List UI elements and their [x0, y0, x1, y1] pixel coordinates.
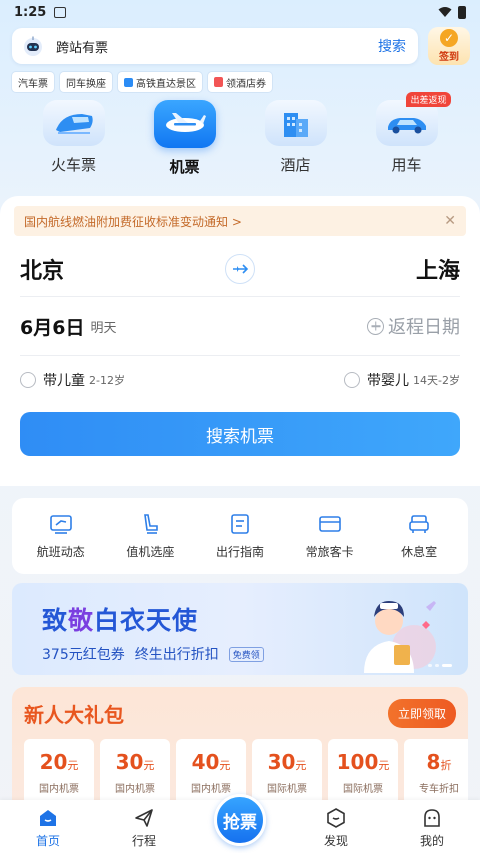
free-tag: 免费领	[228, 646, 264, 662]
search-row: 跨站有票 搜索 ✓ 签到	[0, 24, 480, 65]
coupon-icon	[214, 77, 223, 87]
discover-icon	[327, 808, 345, 828]
route-row: 北京 上海	[20, 242, 460, 296]
return-date-label: 返程日期	[388, 317, 460, 338]
paper-plane-icon	[135, 809, 153, 827]
service-travel-guide[interactable]: 出行指南	[200, 512, 280, 560]
notice-text: 国内航线燃油附加费征收标准变动通知 >	[24, 214, 242, 229]
profile-icon	[424, 809, 440, 827]
swap-cities-button[interactable]	[225, 254, 255, 284]
departure-date-sub: 明天	[90, 320, 117, 336]
service-row: 航班动态 值机选座 出行指南 常旅客卡 休息室	[12, 498, 468, 574]
gift-header: 新人大礼包 立即领取	[12, 687, 468, 739]
departure-city[interactable]: 北京	[20, 253, 64, 285]
tab-trips[interactable]: 行程	[109, 807, 179, 849]
category-train[interactable]: 火车票	[28, 100, 120, 182]
coupon-card[interactable]: 100元 国际机票	[328, 739, 398, 805]
child-radio[interactable]	[20, 372, 36, 388]
claim-now-button[interactable]: 立即领取	[387, 698, 456, 728]
train-icon	[42, 100, 105, 146]
seat-icon	[144, 514, 159, 534]
status-time: 1:25	[14, 4, 47, 20]
search-box[interactable]: 跨站有票 搜索	[12, 28, 418, 64]
category-label: 用车	[391, 156, 422, 174]
with-infant-option[interactable]: 带婴儿 14天-2岁	[344, 370, 460, 390]
arrival-city[interactable]: 上海	[416, 253, 460, 285]
coupon-card[interactable]: 30元 国内机票	[100, 739, 170, 805]
return-date-button[interactable]: 返程日期	[367, 313, 460, 339]
nurse-illustration	[364, 601, 436, 673]
service-flight-status[interactable]: 航班动态	[21, 512, 101, 560]
tab-discover[interactable]: 发现	[301, 807, 371, 849]
close-icon[interactable]: ✕	[444, 213, 456, 229]
tab-grab-ticket[interactable]: 抢票	[205, 794, 275, 849]
tab-home[interactable]: 首页	[13, 807, 83, 849]
category-car[interactable]: 出差返现 用车	[361, 92, 453, 182]
search-input[interactable]: 跨站有票	[56, 37, 378, 56]
grab-ticket-button[interactable]: 抢票	[214, 794, 266, 846]
gift-title: 新人大礼包	[24, 702, 124, 727]
flight-status-icon	[49, 515, 72, 534]
category-label: 机票	[169, 158, 200, 176]
fuel-surcharge-notice[interactable]: 国内航线燃油附加费征收标准变动通知 > ✕	[14, 206, 466, 236]
flight-booking-card: 国内航线燃油附加费征收标准变动通知 > ✕ 北京 上海 6月6日 明天 返程日期…	[0, 196, 480, 486]
service-seat-selection[interactable]: 值机选座	[110, 512, 190, 560]
image-notification-icon	[54, 6, 67, 18]
coupon-card[interactable]: 8折 专车折扣	[404, 739, 468, 805]
checkin-label: 签到	[439, 52, 459, 63]
plane-swap-icon	[233, 264, 249, 274]
with-child-option[interactable]: 带儿童 2-12岁	[20, 370, 125, 390]
departure-date[interactable]: 6月6日	[20, 313, 84, 340]
infant-radio[interactable]	[344, 372, 361, 388]
date-row: 6月6日 明天 返程日期	[20, 297, 460, 355]
category-label: 酒店	[280, 156, 311, 174]
category-flight[interactable]: 机票	[139, 100, 231, 182]
chip-rail-scenic[interactable]: 高铁直达景区	[118, 72, 202, 92]
service-frequent-flyer[interactable]: 常旅客卡	[290, 512, 370, 560]
plus-circle-icon	[367, 317, 384, 335]
checkmark-icon: ✓	[440, 29, 458, 47]
coupon-card[interactable]: 20元 国内机票	[24, 739, 94, 805]
card-icon	[318, 516, 341, 532]
chip-bus-ticket[interactable]: 汽车票	[12, 72, 54, 92]
chip-seat-swap[interactable]: 同车换座	[60, 72, 112, 92]
category-hotel[interactable]: 酒店	[250, 100, 342, 182]
coupon-card[interactable]: 30元 国际机票	[252, 739, 322, 805]
status-bar: 1:25	[0, 0, 480, 24]
battery-icon	[458, 5, 466, 19]
plane-icon	[153, 100, 216, 148]
guide-icon	[231, 514, 249, 534]
home-icon	[40, 810, 56, 826]
chat-icon	[124, 77, 133, 87]
status-icons	[438, 5, 466, 19]
passenger-options: 带儿童 2-12岁 带婴儿 14天-2岁	[20, 356, 460, 404]
wifi-icon	[438, 7, 452, 17]
category-row: 火车票 机票 酒店 出差返现 用车	[0, 92, 480, 182]
hotel-icon	[264, 100, 327, 146]
cashback-badge: 出差返现	[406, 92, 451, 107]
robot-icon	[24, 36, 42, 56]
chip-hotel-coupon[interactable]: 领酒店券	[208, 72, 272, 92]
quick-chips: 汽车票 同车换座 高铁直达景区 领酒店券	[0, 72, 480, 92]
lounge-icon	[409, 515, 429, 533]
bottom-tab-bar: 首页 行程 抢票 发现 我的	[0, 794, 480, 853]
promo-banner[interactable]: 致敬白衣天使 375元红包券 终生出行折扣 免费领	[12, 583, 468, 675]
carousel-dots	[428, 664, 452, 667]
service-lounge[interactable]: 休息室	[379, 512, 459, 560]
category-label: 火车票	[50, 156, 96, 174]
tab-mine[interactable]: 我的	[397, 807, 467, 849]
search-button[interactable]: 搜索	[378, 36, 406, 56]
checkin-button[interactable]: ✓ 签到	[428, 27, 470, 65]
search-flights-button[interactable]: 搜索机票	[20, 412, 460, 456]
